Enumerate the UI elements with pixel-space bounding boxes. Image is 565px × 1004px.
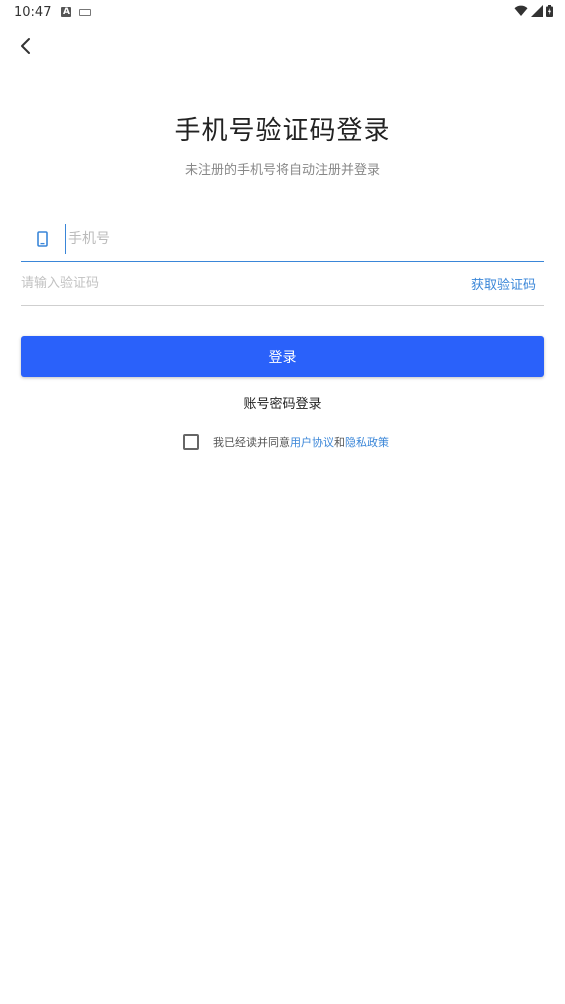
a-notification-icon: A xyxy=(61,7,72,17)
phone-field xyxy=(21,216,544,262)
agreement-checkbox[interactable] xyxy=(183,434,199,450)
get-code-button[interactable]: 获取验证码 xyxy=(471,274,536,293)
page-subtitle: 未注册的手机号将自动注册并登录 xyxy=(184,163,380,178)
phone-input[interactable] xyxy=(65,223,544,254)
login-button[interactable]: 登录 xyxy=(21,336,544,377)
phone-icon xyxy=(37,230,53,247)
page-title: 手机号验证码登录 xyxy=(174,116,391,146)
keyboard-icon xyxy=(79,8,92,16)
battery-icon xyxy=(546,5,553,17)
chevron-left-icon xyxy=(21,38,30,54)
wifi-icon xyxy=(514,5,528,16)
status-bar: 10:47 A xyxy=(0,0,565,24)
agreement-prefix: 我已经读并同意 xyxy=(213,436,290,449)
code-field: 获取验证码 xyxy=(21,262,544,306)
code-input[interactable] xyxy=(21,268,471,299)
user-agreement-link[interactable]: 用户协议 xyxy=(290,434,334,450)
agreement-row: 我已经读并同意 用户协议 和 隐私政策 xyxy=(183,432,389,452)
back-button[interactable] xyxy=(14,34,38,58)
password-login-link[interactable]: 账号密码登录 xyxy=(0,393,565,412)
status-time: 10:47 xyxy=(14,4,52,20)
agreement-and: 和 xyxy=(334,436,345,449)
privacy-policy-link[interactable]: 隐私政策 xyxy=(345,434,389,450)
signal-icon xyxy=(531,5,543,17)
status-right-icons xyxy=(514,5,553,17)
